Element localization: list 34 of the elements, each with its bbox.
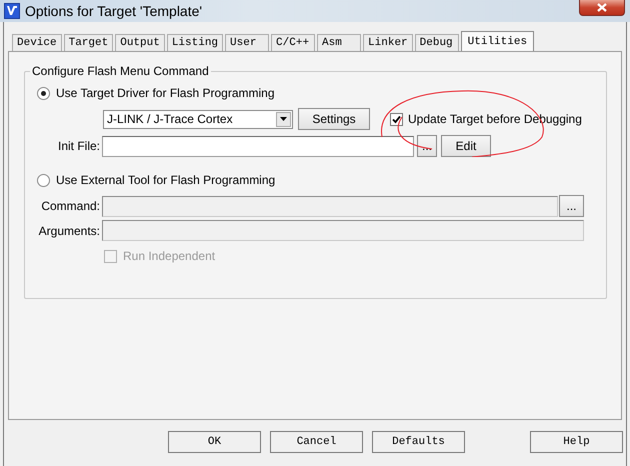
dialog-button[interactable]: Help [530,431,623,453]
driver-dropdown[interactable]: J-LINK / J-Trace Cortex [103,110,293,128]
field-label: Init File: [56,139,101,153]
tab[interactable]: Linker [363,34,413,51]
tab[interactable]: Listing [166,34,224,51]
group-title: Configure Flash Menu Command [30,64,211,78]
radio-button[interactable] [37,174,50,186]
tab[interactable]: User [225,34,270,51]
field-label: Command: [40,199,101,213]
tab[interactable]: Target [64,34,114,51]
dialog-button[interactable]: Defaults [372,431,465,453]
edit-button[interactable]: Edit [441,135,491,157]
caret-icon [280,117,287,121]
settings-button[interactable]: Settings [298,108,370,130]
tab[interactable]: Debug [414,34,459,51]
checkbox[interactable] [390,112,403,126]
radio-button[interactable] [37,86,50,100]
tab[interactable]: C/C++ [271,34,316,51]
radio-label: Use External Tool for Flash Programming [56,173,276,187]
dialog-button[interactable]: OK [168,431,261,453]
close-icon [597,3,607,12]
browse-button[interactable]: ... [559,195,584,217]
dialog-button[interactable]: Cancel [270,431,363,453]
field-label: Arguments: [38,224,101,238]
close-button[interactable] [579,0,625,16]
tab[interactable]: Output [115,34,165,51]
tab[interactable]: Asm [317,34,362,51]
window-title: Options for Target 'Template' [25,3,204,19]
tab[interactable]: Device [12,34,62,51]
radio-label: Use Target Driver for Flash Programming [56,86,275,100]
checkbox-label: Run Independent [123,249,216,263]
app-icon [4,3,20,19]
init-file-field[interactable] [102,136,414,156]
tab[interactable]: Utilities [460,31,534,51]
